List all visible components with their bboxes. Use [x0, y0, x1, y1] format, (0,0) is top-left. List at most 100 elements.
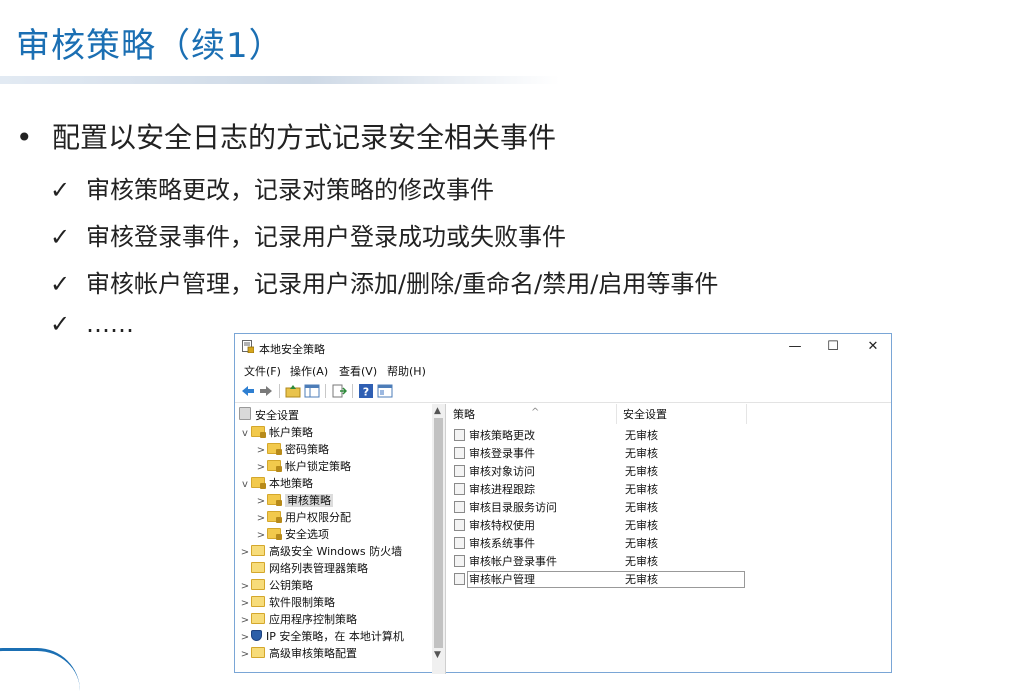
chevron-down-icon[interactable]: v: [239, 476, 251, 493]
policy-icon: [454, 429, 465, 441]
tree-node-user-rights-assignment[interactable]: > 用户权限分配: [255, 509, 351, 526]
scroll-thumb[interactable]: [434, 418, 443, 648]
toolbar-separator: [279, 384, 280, 398]
folder-icon: [251, 647, 265, 658]
policy-list: 策略 ^ 安全设置 审核策略更改 无审核 审核登录事件 无审核 审核对象访问 无审核 审…: [447, 404, 891, 674]
slide-corner-arc: [0, 648, 80, 691]
bullet-dot: •: [16, 121, 33, 154]
svg-text:?: ?: [363, 386, 369, 399]
lock-folder-icon: [267, 443, 282, 455]
policy-icon: [454, 537, 465, 549]
check-icon: ✓: [50, 270, 71, 298]
chevron-right-icon[interactable]: >: [239, 544, 251, 561]
check-icon: ✓: [50, 310, 71, 338]
lock-folder-icon: [267, 528, 282, 540]
list-item[interactable]: 审核登录事件 无审核: [447, 445, 891, 463]
sort-up-icon: ^: [531, 407, 540, 418]
chevron-right-icon[interactable]: >: [255, 493, 267, 510]
tree-node-software-restriction[interactable]: > 软件限制策略: [239, 594, 335, 611]
chevron-right-icon[interactable]: >: [255, 442, 267, 459]
menu-help[interactable]: 帮助(H): [387, 363, 426, 379]
lock-folder-icon: [267, 460, 282, 472]
scroll-down-icon[interactable]: ▼: [434, 650, 441, 660]
main-bullet: • 配置以安全日志的方式记录安全相关事件: [16, 116, 556, 156]
check-icon: ✓: [50, 176, 71, 204]
back-arrow-icon[interactable]: [240, 383, 256, 399]
lock-folder-icon: [267, 511, 282, 523]
toolbar: ?: [235, 380, 891, 403]
policy-icon: [454, 573, 465, 585]
chevron-right-icon[interactable]: >: [239, 612, 251, 629]
title-underline: [0, 76, 560, 84]
tree-node-public-key-policies[interactable]: > 公钥策略: [239, 577, 313, 594]
chevron-down-icon[interactable]: v: [239, 425, 251, 442]
check-icon: ✓: [50, 223, 71, 251]
folder-icon: [251, 562, 265, 573]
menu-file[interactable]: 文件(F): [244, 363, 281, 379]
tree-node-password-policy[interactable]: > 密码策略: [255, 441, 329, 458]
scroll-up-icon[interactable]: ▲: [434, 406, 441, 416]
list-item[interactable]: 审核特权使用 无审核: [447, 517, 891, 535]
menu-action[interactable]: 操作(A): [290, 363, 328, 379]
check-item: ✓ 审核帐户管理，记录用户添加/删除/重命名/禁用/启用等事件: [50, 264, 718, 299]
menu-view[interactable]: 查看(V): [339, 363, 377, 379]
tree-scrollbar[interactable]: ▲ ▼: [432, 404, 446, 674]
tree-node-network-list-manager[interactable]: 网络列表管理器策略: [239, 560, 368, 577]
policy-icon: [454, 501, 465, 513]
export-list-icon[interactable]: [331, 383, 347, 399]
minimize-button[interactable]: —: [775, 336, 815, 358]
check-item-text: 审核帐户管理，记录用户添加/删除/重命名/禁用/启用等事件: [86, 270, 719, 298]
list-item[interactable]: 审核帐户管理 无审核: [447, 571, 891, 589]
check-item: ✓ ……: [50, 310, 134, 338]
tree-node-advanced-audit[interactable]: > 高级审核策略配置: [239, 645, 357, 662]
policy-icon: [454, 555, 465, 567]
main-bullet-text: 配置以安全日志的方式记录安全相关事件: [52, 121, 557, 154]
tree-node-security-settings[interactable]: 安全设置: [239, 407, 299, 424]
tree-node-account-policies[interactable]: v 帐户策略: [239, 424, 313, 441]
check-item: ✓ 审核登录事件，记录用户登录成功或失败事件: [50, 217, 566, 252]
list-item[interactable]: 审核进程跟踪 无审核: [447, 481, 891, 499]
tree-node-ip-security[interactable]: > IP 安全策略，在 本地计算机: [239, 628, 404, 645]
chevron-right-icon[interactable]: >: [239, 578, 251, 595]
help-icon[interactable]: ?: [358, 383, 374, 399]
column-header-policy[interactable]: 策略 ^: [447, 404, 617, 424]
tree-node-local-policies[interactable]: v 本地策略: [239, 475, 313, 492]
tree-node-account-lockout-policy[interactable]: > 帐户锁定策略: [255, 458, 351, 475]
policy-icon: [454, 483, 465, 495]
chevron-right-icon[interactable]: >: [239, 595, 251, 612]
list-item[interactable]: 审核帐户登录事件 无审核: [447, 553, 891, 571]
chevron-right-icon[interactable]: >: [239, 629, 251, 646]
list-item[interactable]: 审核目录服务访问 无审核: [447, 499, 891, 517]
window-title: 本地安全策略: [259, 343, 325, 356]
column-header-security-setting[interactable]: 安全设置: [617, 404, 747, 424]
list-item[interactable]: 审核策略更改 无审核: [447, 427, 891, 445]
chevron-right-icon[interactable]: >: [255, 459, 267, 476]
security-policy-app-icon: [242, 340, 254, 353]
up-folder-icon[interactable]: [285, 383, 301, 399]
tree-node-app-control[interactable]: > 应用程序控制策略: [239, 611, 357, 628]
policy-icon: [454, 447, 465, 459]
show-hide-tree-icon[interactable]: [304, 383, 320, 399]
chevron-right-icon[interactable]: >: [255, 527, 267, 544]
forward-arrow-icon[interactable]: [258, 383, 274, 399]
local-security-policy-window: 本地安全策略 — ☐ ✕ 文件(F) 操作(A) 查看(V) 帮助(H) ? 安…: [234, 333, 892, 674]
check-item-text: 审核策略更改，记录对策略的修改事件: [86, 176, 494, 204]
properties-icon[interactable]: [377, 383, 393, 399]
policy-icon: [454, 465, 465, 477]
title-bar[interactable]: 本地安全策略 — ☐ ✕: [235, 334, 891, 360]
toolbar-separator: [352, 384, 353, 398]
security-settings-icon: [239, 407, 251, 420]
tree-node-security-options[interactable]: > 安全选项: [255, 526, 329, 543]
tree-node-audit-policy[interactable]: > 审核策略: [255, 492, 333, 509]
maximize-button[interactable]: ☐: [813, 336, 853, 358]
close-button[interactable]: ✕: [853, 336, 893, 358]
chevron-right-icon[interactable]: >: [255, 510, 267, 527]
lock-folder-icon: [267, 494, 282, 506]
check-item: ✓ 审核策略更改，记录对策略的修改事件: [50, 170, 494, 205]
chevron-right-icon[interactable]: >: [239, 646, 251, 663]
tree-node-windows-firewall[interactable]: > 高级安全 Windows 防火墙: [239, 543, 402, 560]
slide-title: 审核策略（续1）: [16, 26, 284, 66]
list-item[interactable]: 审核对象访问 无审核: [447, 463, 891, 481]
list-item[interactable]: 审核系统事件 无审核: [447, 535, 891, 553]
check-item-text: 审核登录事件，记录用户登录成功或失败事件: [86, 223, 566, 251]
